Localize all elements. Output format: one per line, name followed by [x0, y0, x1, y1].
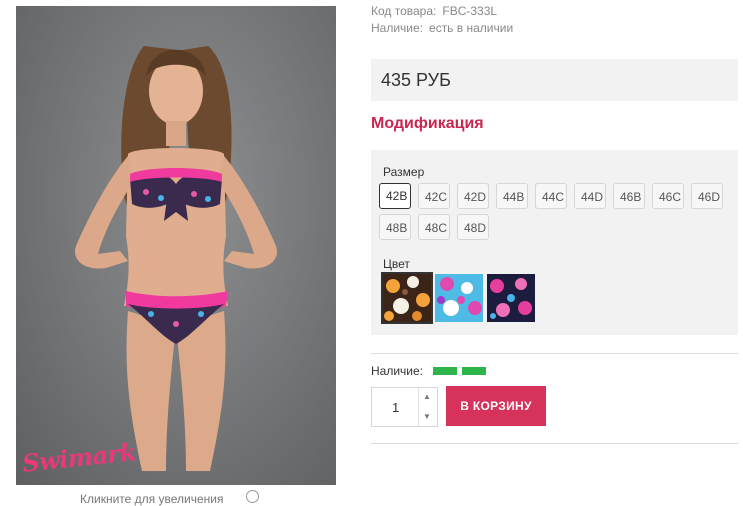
- divider: [371, 353, 738, 354]
- zoom-caption[interactable]: Кликните для увеличения: [80, 492, 223, 506]
- availability-value: есть в наличии: [429, 21, 514, 35]
- chevron-up-icon[interactable]: ▲: [423, 392, 431, 401]
- size-option-42c[interactable]: 42C: [418, 183, 450, 209]
- color-swatch-navy-pink[interactable]: [487, 274, 535, 322]
- product-code: Код товара: FBC-333L: [371, 4, 497, 18]
- availability-label: Наличие:: [371, 21, 424, 35]
- size-option-44d[interactable]: 44D: [574, 183, 606, 209]
- size-option-48c[interactable]: 48C: [418, 214, 450, 240]
- product-availability: Наличие: есть в наличии: [371, 21, 513, 35]
- size-option-46c[interactable]: 46C: [652, 183, 684, 209]
- stock-level-bar: [462, 367, 486, 375]
- color-swatch-blue-pink[interactable]: [435, 274, 483, 322]
- model-figure: [75, 46, 277, 471]
- size-option-42d[interactable]: 42D: [457, 183, 489, 209]
- divider: [371, 443, 738, 444]
- color-label: Цвет: [383, 257, 410, 271]
- product-photo[interactable]: Swimark: [16, 6, 336, 485]
- size-option-46b[interactable]: 46B: [613, 183, 645, 209]
- stock-level-bar: [433, 367, 457, 375]
- product-code-label: Код товара:: [371, 4, 437, 18]
- chevron-down-icon[interactable]: ▼: [423, 412, 431, 421]
- quantity-value[interactable]: 1: [392, 400, 399, 415]
- size-option-48b[interactable]: 48B: [379, 214, 411, 240]
- size-option-42b[interactable]: 42B: [379, 183, 411, 209]
- size-option-48d[interactable]: 48D: [457, 214, 489, 240]
- product-code-value: FBC-333L: [442, 4, 498, 18]
- price-box: 435 РУБ: [371, 59, 738, 101]
- size-option-46d[interactable]: 46D: [691, 183, 723, 209]
- size-option-44c[interactable]: 44C: [535, 183, 567, 209]
- size-option-44b[interactable]: 44B: [496, 183, 528, 209]
- color-swatch-brown-orange[interactable]: [381, 272, 433, 324]
- product-price: 435 РУБ: [381, 70, 451, 90]
- options-panel: Размер 42B 42C 42D 44B 44C 44D 46B 46C 4…: [371, 150, 738, 335]
- add-to-cart-button[interactable]: В КОРЗИНУ: [446, 386, 546, 426]
- size-label: Размер: [383, 165, 425, 179]
- quantity-stepper[interactable]: 1 ▲ ▼: [371, 387, 438, 427]
- stock-label: Наличие:: [371, 364, 424, 378]
- modification-title: Модификация: [371, 115, 484, 132]
- quantity-spin-buttons[interactable]: ▲ ▼: [418, 388, 437, 426]
- zoom-icon[interactable]: [246, 490, 259, 503]
